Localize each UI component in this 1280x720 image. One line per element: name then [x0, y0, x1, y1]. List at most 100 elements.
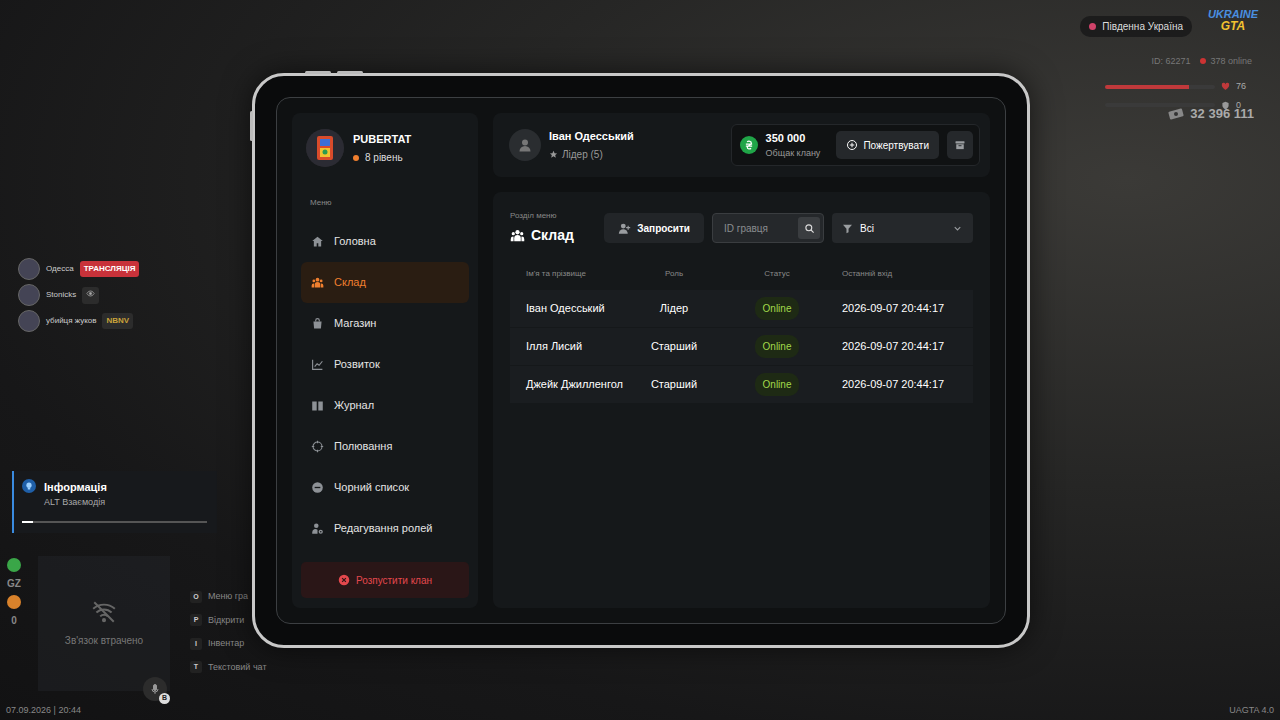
- notification-message: ALT Взаємодія: [44, 496, 107, 510]
- notification-text: ІнформаціяALT Взаємодія: [44, 479, 107, 509]
- sidebar-item[interactable]: Склад: [301, 262, 469, 303]
- table-row[interactable]: Ілля ЛисийСтаршийOnline2026-09-07 20:44:…: [510, 328, 973, 365]
- plus-circle-icon: [846, 139, 858, 151]
- section-title-text: Склад: [531, 225, 574, 246]
- search-button[interactable]: [798, 217, 820, 239]
- streamer-item[interactable]: Stonicks: [18, 284, 139, 306]
- logo-text: UKRAINE: [1208, 9, 1258, 20]
- tablet-side-button: [337, 71, 363, 74]
- role-filter[interactable]: Всі: [832, 213, 973, 243]
- money-value: 32 396 111: [1190, 104, 1254, 124]
- sidebar-item[interactable]: Магазин: [301, 303, 469, 344]
- info-notification: ІнформаціяALT Взаємодія: [12, 471, 217, 533]
- filter-value: Всі: [860, 221, 874, 236]
- table-row[interactable]: Іван ОдесськийЛідерOnline2026-09-07 20:4…: [510, 290, 973, 327]
- logo-text: GTA: [1221, 20, 1245, 32]
- key-hint: T Текстовий чат: [190, 661, 267, 675]
- voice-panel: Зв'язок втрачено: [38, 556, 170, 691]
- eye-icon: [86, 289, 95, 298]
- section-caption: Розділ меню: [510, 210, 574, 222]
- online-count: 378 online: [1200, 55, 1252, 69]
- storage-button[interactable]: [947, 131, 973, 159]
- toolbar-controls: Запросити Всі: [604, 213, 973, 243]
- mic-button[interactable]: B: [143, 677, 167, 701]
- treasury-info: 350 000Общак клану: [766, 130, 821, 160]
- chevron-down-icon: [952, 223, 963, 234]
- column-header: Останній вхід: [842, 268, 957, 280]
- status-label: GZ: [7, 576, 21, 591]
- mic-icon: [149, 683, 161, 695]
- hint-label: Текстовий чат: [208, 661, 267, 675]
- donate-button[interactable]: Пожертвувати: [836, 131, 939, 159]
- menu-item-icon: [311, 235, 324, 248]
- search-input[interactable]: [722, 220, 794, 237]
- sidebar-item[interactable]: Головна: [301, 221, 469, 262]
- tag-badge: NBNV: [102, 313, 133, 329]
- mic-key: B: [159, 693, 170, 704]
- menu-item-icon: [311, 317, 324, 330]
- status-cell: Online: [712, 373, 842, 396]
- clan-level-text: 8 рівень: [365, 150, 403, 165]
- user-rank: Лідер (5): [549, 147, 634, 162]
- table-cell: Лідер: [636, 300, 712, 317]
- hint-label: Інвентар: [208, 637, 244, 651]
- search-icon: [804, 223, 815, 234]
- date-time: 07.09.2026 | 20:44: [6, 704, 81, 718]
- clan-name: PUBERTAT: [353, 131, 411, 148]
- sidebar-item[interactable]: Полювання: [301, 426, 469, 467]
- status-column: GZ0: [7, 558, 21, 628]
- tablet: PUBERTAT8 рівеньМенюГоловнаСкладМагазинР…: [252, 73, 1030, 648]
- table-cell: Іван Одесський: [526, 299, 636, 317]
- table-cell: Ілля Лисий: [526, 337, 636, 355]
- live-badge: ТРАНСЛЯЦІЯ: [80, 261, 140, 277]
- streamer-item[interactable]: ОдессаТРАНСЛЯЦІЯ: [18, 258, 139, 280]
- cash-icon: [1168, 106, 1184, 122]
- key-cap: I: [190, 638, 202, 650]
- tablet-screen: PUBERTAT8 рівеньМенюГоловнаСкладМагазинР…: [276, 97, 1006, 624]
- sidebar-item[interactable]: Редагування ролей: [301, 508, 469, 549]
- online-text: 378 online: [1210, 56, 1252, 66]
- main-panel: Іван Одесський Лідер (5) 350 000Общак клан…: [493, 113, 990, 608]
- clan-logo-icon: [306, 129, 344, 167]
- streamer-avatar: [18, 284, 40, 306]
- key-cap: T: [190, 661, 202, 673]
- sidebar-item-label: Чорний список: [334, 479, 409, 496]
- coin-icon: [740, 136, 758, 154]
- menu-caption: Меню: [310, 197, 469, 209]
- sidebar-item-label: Полювання: [334, 438, 392, 455]
- status-badge: Online: [755, 373, 800, 396]
- user-name: Іван Одесський: [549, 128, 634, 145]
- tablet-side-button: [250, 111, 253, 141]
- sidebar-item[interactable]: Журнал: [301, 385, 469, 426]
- notification-body: ІнформаціяALT Взаємодія: [22, 479, 207, 509]
- sidebar-item[interactable]: Чорний список: [301, 467, 469, 508]
- sidebar-menu: ГоловнаСкладМагазинРозвиток Журнал Полюван…: [301, 221, 469, 549]
- table-cell: Старший: [636, 376, 712, 393]
- table-cell: 2026-09-07 20:44:17: [842, 300, 957, 317]
- people-icon: [510, 228, 525, 243]
- clan-header: PUBERTAT 8 рівень: [301, 129, 469, 167]
- members-table: Ім'я та прізвищеРольСтатусОстанній вхідІ…: [510, 268, 973, 403]
- health-value: 76: [1236, 80, 1246, 94]
- player-info: ID: 62271378 online: [1151, 55, 1252, 69]
- notification-timer: [22, 521, 207, 523]
- invite-button[interactable]: Запросити: [604, 213, 704, 243]
- streamer-item[interactable]: убийця жуковNBNV: [18, 310, 139, 332]
- column-header: Ім'я та прізвище: [526, 268, 636, 280]
- table-header: Ім'я та прізвищеРольСтатусОстанній вхід: [510, 268, 973, 290]
- table-cell: 2026-09-07 20:44:17: [842, 376, 957, 393]
- wifi-off-icon: [91, 599, 117, 625]
- streamer-avatar: [18, 310, 40, 332]
- streamer-list: ОдессаТРАНСЛЯЦІЯ Stonicks убийця жуковNBNV: [18, 258, 139, 332]
- sidebar-item[interactable]: Розвиток: [301, 344, 469, 385]
- table-cell: 2026-09-07 20:44:17: [842, 338, 957, 355]
- disband-button[interactable]: Розпустити клан: [301, 562, 469, 598]
- table-row[interactable]: Джейк ДжилленголСтаршийOnline2026-09-07 …: [510, 366, 973, 403]
- key-hint: I Інвентар: [190, 637, 267, 651]
- menu-item-icon: [311, 440, 324, 453]
- sidebar-item-label: Журнал: [334, 397, 374, 414]
- user-header: Іван Одесський Лідер (5) 350 000Общак клан…: [493, 113, 990, 177]
- server-logo: UKRAINEGTA: [1208, 9, 1258, 32]
- box-icon: [954, 139, 966, 151]
- treasury-label: Общак клану: [766, 147, 821, 161]
